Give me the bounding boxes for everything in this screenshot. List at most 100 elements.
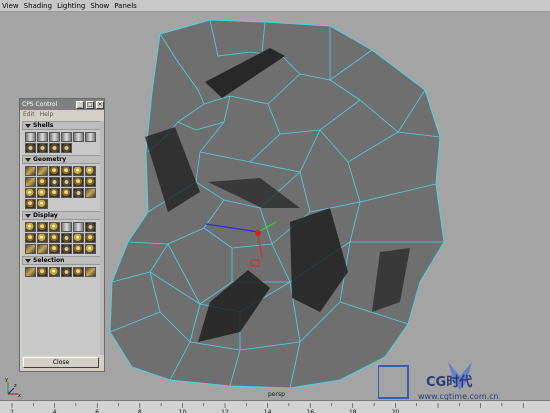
display-tools xyxy=(22,220,103,256)
collapse-triangle-icon xyxy=(25,213,31,218)
watermark-logo xyxy=(378,365,409,399)
tool-button[interactable] xyxy=(25,244,36,254)
section-label: Shells xyxy=(33,122,54,129)
minimize-icon[interactable]: _ xyxy=(76,100,84,109)
camera-label: persp xyxy=(268,391,285,398)
tool-button[interactable] xyxy=(25,267,36,277)
tool-button[interactable] xyxy=(37,233,48,243)
tool-button[interactable] xyxy=(25,143,36,153)
close-button[interactable]: Close xyxy=(23,357,99,368)
tool-button[interactable] xyxy=(25,166,36,176)
time-slider[interactable]: 2 4 6 8 10 12 14 16 18 20 xyxy=(0,400,550,413)
tool-button[interactable] xyxy=(73,244,84,254)
tool-button[interactable] xyxy=(37,244,48,254)
tool-button[interactable] xyxy=(49,222,60,232)
tool-button[interactable] xyxy=(61,233,72,243)
tool-button[interactable] xyxy=(37,143,48,153)
tool-button[interactable] xyxy=(37,267,48,277)
tool-button[interactable] xyxy=(73,132,84,142)
axis-label-x: x xyxy=(18,393,21,398)
tool-button[interactable] xyxy=(85,222,96,232)
tool-button[interactable] xyxy=(25,132,36,142)
tool-button[interactable] xyxy=(49,132,60,142)
tool-button[interactable] xyxy=(49,244,60,254)
maximize-icon[interactable]: □ xyxy=(86,100,94,109)
tool-button[interactable] xyxy=(49,188,60,198)
section-label: Geometry xyxy=(33,156,67,163)
tool-button[interactable] xyxy=(61,222,72,232)
collapse-triangle-icon xyxy=(25,157,31,162)
watermark-brand: CG时代 xyxy=(426,374,472,390)
menu-show[interactable]: Show xyxy=(90,2,109,10)
viewport-menubar: View Shading Lighting Show Panels xyxy=(0,0,550,12)
tool-button[interactable] xyxy=(61,267,72,277)
tool-button[interactable] xyxy=(73,267,84,277)
tool-button[interactable] xyxy=(25,188,36,198)
tool-button[interactable] xyxy=(37,199,48,209)
tool-button[interactable] xyxy=(73,233,84,243)
cps-menu-help[interactable]: Help xyxy=(40,111,54,118)
tool-button[interactable] xyxy=(61,244,72,254)
cps-scrollbar[interactable] xyxy=(100,121,104,355)
close-icon[interactable]: × xyxy=(96,100,104,109)
cps-control-window[interactable]: CPS Control _ □ × Edit Help Shells Geome… xyxy=(19,98,105,372)
timeline-tick-label: 6 xyxy=(95,409,99,413)
section-shells[interactable]: Shells xyxy=(22,121,103,130)
timeline-tick-label: 8 xyxy=(138,409,142,413)
section-selection[interactable]: Selection xyxy=(22,256,103,265)
timeline-tick-label: 4 xyxy=(53,409,57,413)
tool-button[interactable] xyxy=(49,267,60,277)
tool-button[interactable] xyxy=(49,166,60,176)
menu-view[interactable]: View xyxy=(2,2,19,10)
timeline-tick-label: 14 xyxy=(264,409,272,413)
tool-button[interactable] xyxy=(73,188,84,198)
cps-menu-edit[interactable]: Edit xyxy=(23,111,35,118)
tool-button[interactable] xyxy=(73,166,84,176)
tool-button[interactable] xyxy=(73,222,84,232)
tool-button[interactable] xyxy=(49,233,60,243)
cps-title: CPS Control xyxy=(22,101,58,108)
menu-shading[interactable]: Shading xyxy=(24,2,52,10)
axis-gizmo: y z x xyxy=(5,377,21,398)
section-display[interactable]: Display xyxy=(22,211,103,220)
tool-button[interactable] xyxy=(37,188,48,198)
tool-button[interactable] xyxy=(61,143,72,153)
tool-button[interactable] xyxy=(49,143,60,153)
cps-menu: Edit Help xyxy=(20,110,104,119)
timeline-tick-label: 16 xyxy=(306,409,314,413)
cps-tool-list[interactable]: Shells Geometry Display Selection xyxy=(22,121,103,355)
tool-button[interactable] xyxy=(85,132,96,142)
tool-button[interactable] xyxy=(61,177,72,187)
timeline-tick-label: 10 xyxy=(179,409,187,413)
tool-button[interactable] xyxy=(25,199,36,209)
tool-button[interactable] xyxy=(85,166,96,176)
tool-button[interactable] xyxy=(49,177,60,187)
timeline-tick-label: 12 xyxy=(221,409,229,413)
tool-button[interactable] xyxy=(85,244,96,254)
tool-button[interactable] xyxy=(25,233,36,243)
menu-panels[interactable]: Panels xyxy=(114,2,137,10)
tool-button[interactable] xyxy=(85,233,96,243)
tool-button[interactable] xyxy=(61,188,72,198)
tool-button[interactable] xyxy=(37,132,48,142)
section-label: Display xyxy=(33,212,58,219)
cps-titlebar[interactable]: CPS Control _ □ × xyxy=(20,99,104,110)
tool-button[interactable] xyxy=(85,188,96,198)
geometry-tools xyxy=(22,164,103,211)
watermark: CG时代 www.cgtime.com.cn xyxy=(378,362,499,401)
section-geometry[interactable]: Geometry xyxy=(22,155,103,164)
tool-button[interactable] xyxy=(85,267,96,277)
tool-button[interactable] xyxy=(61,132,72,142)
tool-button[interactable] xyxy=(25,177,36,187)
tool-button[interactable] xyxy=(37,222,48,232)
tool-button[interactable] xyxy=(37,177,48,187)
tool-button[interactable] xyxy=(61,166,72,176)
menu-lighting[interactable]: Lighting xyxy=(57,2,85,10)
tool-button[interactable] xyxy=(73,177,84,187)
collapse-triangle-icon xyxy=(25,123,31,128)
tool-button[interactable] xyxy=(37,166,48,176)
tool-button[interactable] xyxy=(85,177,96,187)
selection-tools xyxy=(22,265,103,279)
tool-button[interactable] xyxy=(25,222,36,232)
timeline-tick-label: 20 xyxy=(392,409,400,413)
